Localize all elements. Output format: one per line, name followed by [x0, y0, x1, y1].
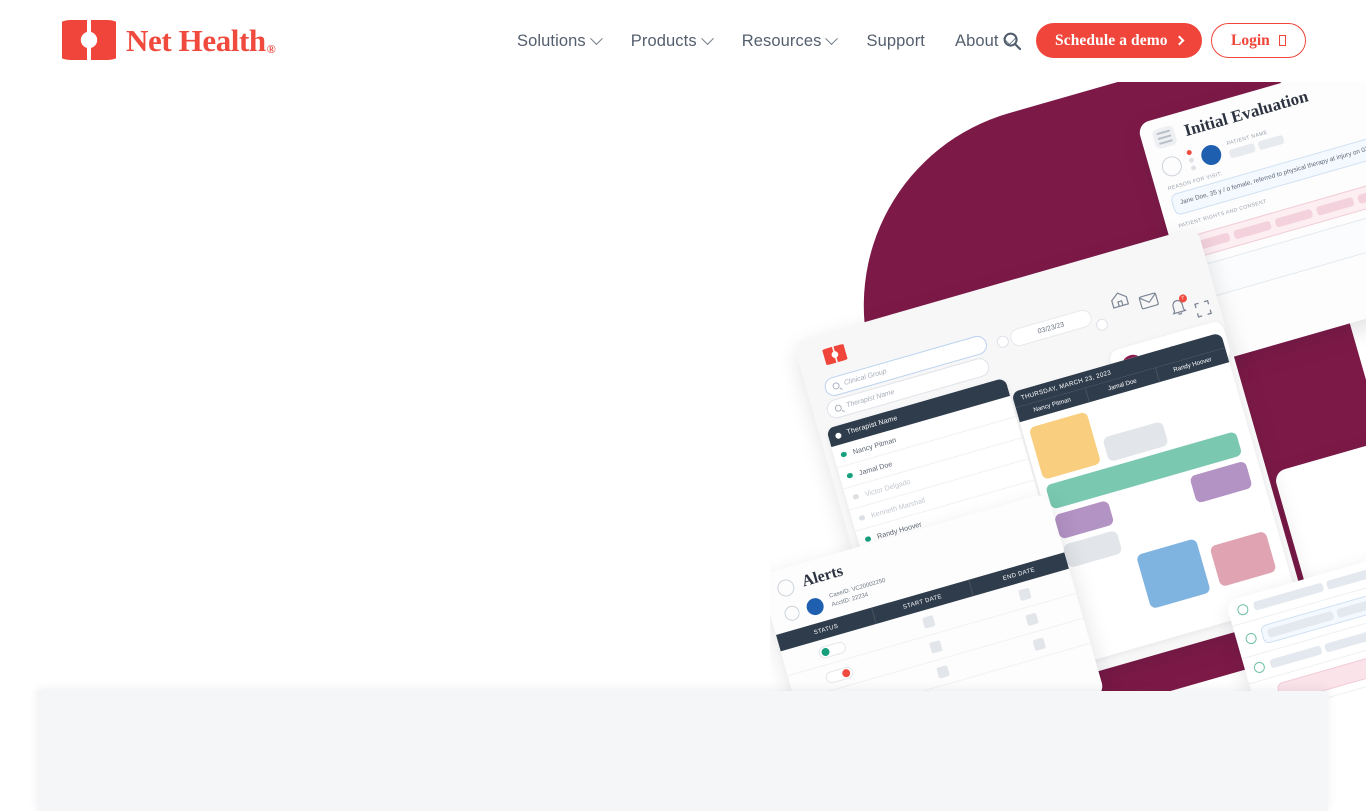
- brand-logo-link[interactable]: Net Health®: [62, 13, 276, 67]
- date-cell: [1017, 587, 1032, 602]
- status-dots: [1186, 149, 1197, 171]
- clock-icon: [782, 603, 802, 623]
- nav-label: About: [954, 31, 999, 50]
- therapist-name-placeholder: Therapist Name: [845, 388, 896, 410]
- check-circle-icon: [1236, 602, 1250, 617]
- search-icon: [1002, 31, 1022, 54]
- check-circle-icon: [1252, 660, 1267, 675]
- nav-label: Products: [630, 31, 697, 50]
- chevron-down-icon: [700, 31, 714, 45]
- avatar: [804, 595, 826, 617]
- field-placeholder: [1324, 629, 1366, 653]
- clock-icon: [1159, 153, 1185, 179]
- net-health-logo-icon: [62, 13, 116, 67]
- field-placeholder: [1315, 196, 1355, 216]
- clinical-group-placeholder: Clinical Group: [843, 368, 888, 387]
- date-cell: [1031, 637, 1046, 652]
- nav-item-support[interactable]: Support: [866, 26, 941, 57]
- date-cell: [921, 615, 936, 629]
- chevron-down-icon: [825, 31, 839, 45]
- chevron-right-icon: [1174, 35, 1185, 46]
- login-label: Login: [1231, 31, 1270, 49]
- next-day-button[interactable]: [1094, 317, 1110, 333]
- field-placeholder: [1266, 610, 1335, 639]
- date-cell: [935, 665, 950, 679]
- status-dot-icon: [864, 535, 872, 543]
- previous-day-button[interactable]: [995, 334, 1011, 350]
- search-icon: [831, 381, 841, 391]
- alerts-card: Alerts CaseID: VC20002250 AcctID: 22234 …: [770, 492, 1106, 702]
- missing-glyph-box-icon: [1278, 35, 1286, 46]
- date-cell: [928, 640, 943, 654]
- mail-icon[interactable]: [1138, 292, 1162, 316]
- status-dot-icon: [852, 493, 860, 501]
- status-dot-icon: [858, 514, 866, 522]
- net-health-logo-icon: [819, 341, 851, 368]
- date-field[interactable]: 03/23/23: [1008, 307, 1094, 349]
- search-button[interactable]: [1000, 30, 1024, 54]
- date-cell: [1024, 612, 1039, 627]
- search-icon: [834, 403, 843, 413]
- login-button[interactable]: Login: [1211, 23, 1306, 58]
- field-placeholder: [1356, 184, 1366, 204]
- expand-icon[interactable]: [1194, 299, 1214, 323]
- calendar-event[interactable]: [1209, 530, 1277, 588]
- status-dot-icon: [840, 451, 847, 458]
- schedule-demo-button[interactable]: Schedule a demo: [1036, 23, 1202, 58]
- field-placeholder: [1336, 590, 1366, 619]
- nav-label: Support: [866, 31, 925, 50]
- calendar-event[interactable]: [1135, 538, 1211, 610]
- therapist-name: Jamal Doe: [857, 459, 894, 478]
- status-toggle[interactable]: [817, 639, 848, 660]
- hero-section: Initial Evaluation Patient Name Date of …: [0, 82, 1366, 768]
- home-icon[interactable]: [1108, 289, 1132, 315]
- content-panel: [37, 691, 1328, 811]
- avatar: [1198, 142, 1224, 167]
- status-dot-icon: [846, 472, 854, 480]
- calendar-event[interactable]: [1028, 411, 1102, 480]
- nav-item-products[interactable]: Products: [631, 26, 728, 57]
- bullet-icon: [834, 431, 842, 439]
- hero-product-illustration: Initial Evaluation Patient Name Date of …: [770, 82, 1366, 702]
- status-toggle[interactable]: [824, 664, 855, 685]
- check-circle-icon: [1244, 631, 1258, 646]
- schedule-demo-label: Schedule a demo: [1055, 31, 1168, 49]
- nav-item-solutions[interactable]: Solutions: [517, 26, 617, 57]
- brand-wordmark: Net Health®: [126, 22, 276, 58]
- field-placeholder: [1274, 208, 1314, 228]
- nav-item-resources[interactable]: Resources: [742, 26, 853, 57]
- chevron-down-icon: [589, 31, 603, 45]
- nav-label: Solutions: [517, 31, 586, 50]
- nav-label: Resources: [741, 31, 822, 50]
- main-navigation: Solutions Products Resources Support Abo…: [517, 0, 1030, 82]
- field-placeholder: [1232, 220, 1272, 240]
- menu-icon: [1151, 124, 1178, 150]
- site-header: Net Health® Solutions Products Resources…: [0, 0, 1366, 82]
- registered-mark: ®: [266, 41, 276, 56]
